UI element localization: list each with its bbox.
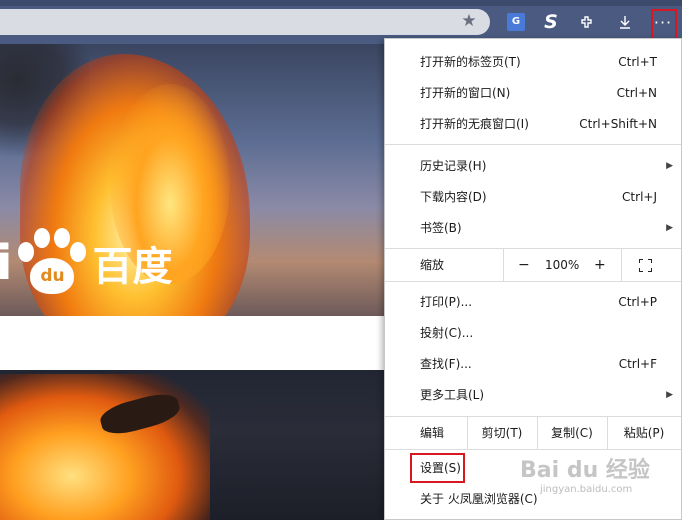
logo-chinese-text: 百度 [92, 244, 173, 290]
zoom-value: 100% [545, 258, 580, 272]
menu-item-new-private-window[interactable]: 打开新的无痕窗口(I) Ctrl+Shift+N [385, 109, 681, 140]
copy-button[interactable]: 复制(C) [537, 417, 607, 449]
menu-item-shortcut: Ctrl+P [618, 295, 657, 309]
menu-item-history[interactable]: 历史记录(H) ▶ [385, 151, 681, 182]
translate-icon[interactable]: G [505, 11, 527, 33]
menu-item-find[interactable]: 查找(F)... Ctrl+F [385, 349, 681, 380]
extensions-icon[interactable] [576, 11, 598, 33]
menu-item-new-window[interactable]: 打开新的窗口(N) Ctrl+N [385, 78, 681, 109]
menu-item-label: 书签(B) [420, 221, 462, 235]
baidu-logo[interactable]: i du 百度 [0, 228, 172, 298]
submenu-arrow-icon: ▶ [666, 161, 673, 171]
menu-item-label: 历史记录(H) [420, 159, 487, 173]
s-extension-icon[interactable]: S [540, 11, 562, 33]
menu-edit-row: 编辑 剪切(T) 复制(C) 粘贴(P) [385, 417, 681, 449]
zoom-label: 缩放 [420, 258, 445, 272]
download-icon[interactable] [614, 11, 636, 33]
menu-item-shortcut: Ctrl+Shift+N [579, 117, 657, 131]
menu-item-label: 投射(C)... [420, 326, 474, 340]
menu-item-label: 查找(F)... [420, 357, 472, 371]
menu-separator [385, 281, 681, 282]
menu-separator [385, 449, 681, 450]
menu-item-label: 更多工具(L) [420, 388, 485, 402]
submenu-arrow-icon: ▶ [666, 390, 673, 400]
menu-item-cast[interactable]: 投射(C)... [385, 318, 681, 349]
menu-item-new-tab[interactable]: 打开新的标签页(T) Ctrl+T [385, 47, 681, 78]
edit-label: 编辑 [420, 426, 445, 440]
menu-item-label: 打开新的窗口(N) [420, 86, 511, 100]
favorite-star-icon[interactable]: ★ [459, 11, 479, 31]
paste-button[interactable]: 粘贴(P) [607, 417, 681, 449]
lower-fire-image [0, 374, 210, 520]
submenu-arrow-icon: ▶ [666, 223, 673, 233]
cut-button[interactable]: 剪切(T) [467, 417, 537, 449]
menu-item-label: 打印(P)... [420, 295, 473, 309]
menu-item-more-tools[interactable]: 更多工具(L) ▶ [385, 380, 681, 411]
menu-item-label: 打开新的标签页(T) [420, 55, 521, 69]
new-tab-background: i du 百度 [0, 44, 385, 520]
paw-text: du [40, 266, 65, 286]
menu-item-print[interactable]: 打印(P)... Ctrl+P [385, 287, 681, 318]
paw-logo-icon: du [16, 228, 88, 298]
menu-item-shortcut: Ctrl+F [618, 357, 657, 371]
menu-item-about[interactable]: 关于 火凤凰浏览器(C) [385, 484, 681, 515]
zoom-in-button[interactable]: + [594, 249, 606, 281]
menu-item-label: 打开新的无痕窗口(I) [420, 117, 529, 131]
browser-main-menu: 打开新的标签页(T) Ctrl+T 打开新的窗口(N) Ctrl+N 打开新的无… [384, 38, 682, 520]
search-area[interactable] [0, 316, 385, 370]
menu-item-label: 关于 火凤凰浏览器(C) [420, 492, 538, 506]
more-button-highlight [651, 9, 677, 40]
menu-item-downloads[interactable]: 下载内容(D) Ctrl+J [385, 182, 681, 213]
fullscreen-icon[interactable] [639, 259, 652, 272]
toolbar-top-strip [0, 0, 682, 6]
zoom-out-button[interactable]: − [518, 249, 530, 281]
menu-item-bookmarks[interactable]: 书签(B) ▶ [385, 213, 681, 244]
settings-highlight [410, 453, 465, 483]
menu-item-shortcut: Ctrl+J [622, 190, 657, 204]
address-bar[interactable] [0, 9, 490, 35]
menu-item-shortcut: Ctrl+T [618, 55, 657, 69]
menu-zoom-row: 缩放 − 100% + [385, 249, 681, 281]
logo-latin-text: i [0, 235, 13, 291]
menu-item-label: 下载内容(D) [420, 190, 487, 204]
menu-separator [385, 144, 681, 145]
menu-item-shortcut: Ctrl+N [616, 86, 657, 100]
